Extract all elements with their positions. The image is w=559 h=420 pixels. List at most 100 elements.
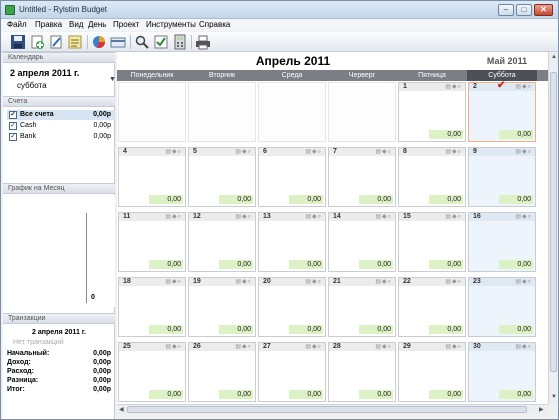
day-action-icons[interactable]: ▤◆⌕ bbox=[235, 149, 252, 155]
calendar-day-cell[interactable]: 14 ▤◆⌕ 0,00 bbox=[328, 212, 396, 272]
card-icon[interactable] bbox=[110, 34, 126, 50]
day-header: 15 ▤◆⌕ bbox=[399, 213, 465, 221]
calendar-day-cell[interactable]: 6 ▤◆⌕ 0,00 bbox=[258, 147, 326, 207]
maximize-button[interactable]: □ bbox=[516, 4, 532, 16]
calendar-day-cell[interactable]: 26 ▤◆⌕ 0,00 bbox=[188, 342, 256, 402]
calendar-day-cell[interactable]: 18 ▤◆⌕ 0,00 bbox=[118, 277, 186, 337]
day-action-icons[interactable]: ▤◆⌕ bbox=[375, 214, 392, 220]
next-month-link[interactable]: Май 2011 bbox=[467, 56, 547, 66]
day-action-icons[interactable]: ▤◆⌕ bbox=[305, 214, 322, 220]
vertical-scrollbar[interactable]: ▲ ▼ bbox=[548, 52, 558, 404]
print-icon[interactable] bbox=[195, 34, 211, 50]
day-action-icons[interactable]: ▤◆⌕ bbox=[235, 344, 252, 350]
date-picker[interactable]: 2 апреля 2011 г. суббота ▼ bbox=[7, 66, 116, 93]
calendar-day-cell[interactable]: 13 ▤◆⌕ 0,00 bbox=[258, 212, 326, 272]
account-checkbox[interactable]: ✓ bbox=[9, 133, 17, 141]
notes-icon[interactable] bbox=[67, 34, 83, 50]
calendar-day-cell[interactable]: 12 ▤◆⌕ 0,00 bbox=[188, 212, 256, 272]
menu-view[interactable]: Вид bbox=[69, 20, 83, 29]
day-action-icons[interactable]: ▤◆⌕ bbox=[445, 214, 462, 220]
horizontal-scrollbar[interactable]: ◀ ▶ bbox=[117, 404, 548, 414]
summary-value: 0,00р bbox=[93, 368, 111, 375]
close-button[interactable]: ✕ bbox=[534, 4, 553, 16]
day-action-icons[interactable]: ▤◆⌕ bbox=[515, 149, 532, 155]
summary-label: Начальный: bbox=[7, 350, 50, 357]
day-action-icons[interactable]: ▤◆⌕ bbox=[305, 279, 322, 285]
day-number: 26 bbox=[193, 343, 201, 350]
graph-section-header: График на Месяц bbox=[3, 183, 115, 194]
calendar-day-cell[interactable]: 27 ▤◆⌕ 0,00 bbox=[258, 342, 326, 402]
scroll-up-icon[interactable]: ▲ bbox=[551, 54, 557, 60]
account-row-bank[interactable]: ✓ Bank 0,00р bbox=[7, 132, 115, 142]
account-checkbox[interactable]: ✓ bbox=[9, 111, 17, 119]
menu-day[interactable]: День bbox=[88, 20, 106, 29]
day-header: 2 ✔ ▤◆⌕ bbox=[469, 80, 535, 91]
scrollbar-thumb[interactable] bbox=[550, 72, 557, 372]
new-icon[interactable] bbox=[29, 34, 45, 50]
day-action-icons[interactable]: ▤◆⌕ bbox=[445, 84, 462, 90]
day-action-icons[interactable]: ▤◆⌕ bbox=[165, 214, 182, 220]
menu-help[interactable]: Справка bbox=[199, 20, 230, 29]
search-icon[interactable] bbox=[134, 34, 150, 50]
day-action-icons[interactable]: ▤◆⌕ bbox=[305, 344, 322, 350]
scroll-right-icon[interactable]: ▶ bbox=[539, 406, 544, 413]
calendar-day-cell[interactable]: 11 ▤◆⌕ 0,00 bbox=[118, 212, 186, 272]
account-checkbox[interactable]: ✓ bbox=[9, 122, 17, 130]
calendar-day-cell[interactable]: 15 ▤◆⌕ 0,00 bbox=[398, 212, 466, 272]
calendar-day-cell[interactable]: 7 ▤◆⌕ 0,00 bbox=[328, 147, 396, 207]
title-bar: Untitled - Rylstim Budget – □ ✕ bbox=[1, 1, 558, 19]
calendar-day-cell[interactable]: 28 ▤◆⌕ 0,00 bbox=[328, 342, 396, 402]
scroll-left-icon[interactable]: ◀ bbox=[119, 406, 124, 413]
chart-icon[interactable] bbox=[91, 34, 107, 50]
menu-tools[interactable]: Инструменты bbox=[146, 20, 196, 29]
scroll-down-icon[interactable]: ▼ bbox=[551, 394, 557, 400]
summary-difference: Разница: 0,00р bbox=[7, 377, 111, 386]
day-action-icons[interactable]: ▤◆⌕ bbox=[235, 279, 252, 285]
minimize-button[interactable]: – bbox=[498, 4, 514, 16]
toolbar-separator bbox=[191, 35, 192, 49]
check-icon[interactable] bbox=[153, 34, 169, 50]
no-transactions-text: Нет транзакций bbox=[13, 339, 64, 346]
menu-file[interactable]: Файл bbox=[7, 20, 27, 29]
calendar-day-cell[interactable]: 2 ✔ ▤◆⌕ 0,00 bbox=[468, 80, 536, 142]
calendar-day-cell[interactable]: 8 ▤◆⌕ 0,00 bbox=[398, 147, 466, 207]
day-action-icons[interactable]: ▤◆⌕ bbox=[445, 149, 462, 155]
calendar-day-cell[interactable]: 22 ▤◆⌕ 0,00 bbox=[398, 277, 466, 337]
day-action-icons[interactable]: ▤◆⌕ bbox=[515, 344, 532, 350]
day-action-icons[interactable]: ▤◆⌕ bbox=[375, 279, 392, 285]
calendar-day-cell[interactable]: 23 ▤◆⌕ 0,00 bbox=[468, 277, 536, 337]
calendar-day-cell[interactable]: 19 ▤◆⌕ 0,00 bbox=[188, 277, 256, 337]
edit-icon[interactable] bbox=[48, 34, 64, 50]
calendar-day-cell[interactable]: 25 ▤◆⌕ 0,00 bbox=[118, 342, 186, 402]
day-action-icons[interactable]: ▤◆⌕ bbox=[515, 84, 532, 90]
calendar-day-cell[interactable]: 9 ▤◆⌕ 0,00 bbox=[468, 147, 536, 207]
day-action-icons[interactable]: ▤◆⌕ bbox=[165, 149, 182, 155]
calendar-day-cell[interactable]: 1 ▤◆⌕ 0,00 bbox=[398, 82, 466, 142]
day-action-icons[interactable]: ▤◆⌕ bbox=[235, 214, 252, 220]
account-row-all[interactable]: ✓ Все счета 0,00р bbox=[7, 110, 115, 120]
day-action-icons[interactable]: ▤◆⌕ bbox=[515, 214, 532, 220]
calendar-day-cell[interactable]: 20 ▤◆⌕ 0,00 bbox=[258, 277, 326, 337]
calendar-day-cell[interactable]: 4 ▤◆⌕ 0,00 bbox=[118, 147, 186, 207]
calendar-day-cell[interactable]: 21 ▤◆⌕ 0,00 bbox=[328, 277, 396, 337]
day-action-icons[interactable]: ▤◆⌕ bbox=[515, 279, 532, 285]
day-action-icons[interactable]: ▤◆⌕ bbox=[165, 279, 182, 285]
calculator-icon[interactable] bbox=[172, 34, 188, 50]
day-action-icons[interactable]: ▤◆⌕ bbox=[375, 344, 392, 350]
day-action-icons[interactable]: ▤◆⌕ bbox=[165, 344, 182, 350]
menu-edit[interactable]: Правка bbox=[35, 20, 62, 29]
save-icon[interactable] bbox=[10, 34, 26, 50]
calendar-day-cell[interactable]: 5 ▤◆⌕ 0,00 bbox=[188, 147, 256, 207]
calendar-day-cell[interactable]: 29 ▤◆⌕ 0,00 bbox=[398, 342, 466, 402]
calendar-day-cell[interactable]: 16 ▤◆⌕ 0,00 bbox=[468, 212, 536, 272]
chevron-down-icon[interactable]: ▼ bbox=[109, 76, 116, 83]
weekday-header: Понедельник Вторник Среда Черверг Пятниц… bbox=[117, 70, 548, 81]
account-row-cash[interactable]: ✓ Cash 0,00р bbox=[7, 121, 115, 131]
calendar-day-cell[interactable]: 30 ▤◆⌕ 0,00 bbox=[468, 342, 536, 402]
day-action-icons[interactable]: ▤◆⌕ bbox=[305, 149, 322, 155]
scrollbar-thumb[interactable] bbox=[127, 406, 527, 413]
menu-project[interactable]: Проект bbox=[113, 20, 139, 29]
day-action-icons[interactable]: ▤◆⌕ bbox=[445, 344, 462, 350]
day-action-icons[interactable]: ▤◆⌕ bbox=[445, 279, 462, 285]
day-action-icons[interactable]: ▤◆⌕ bbox=[375, 149, 392, 155]
